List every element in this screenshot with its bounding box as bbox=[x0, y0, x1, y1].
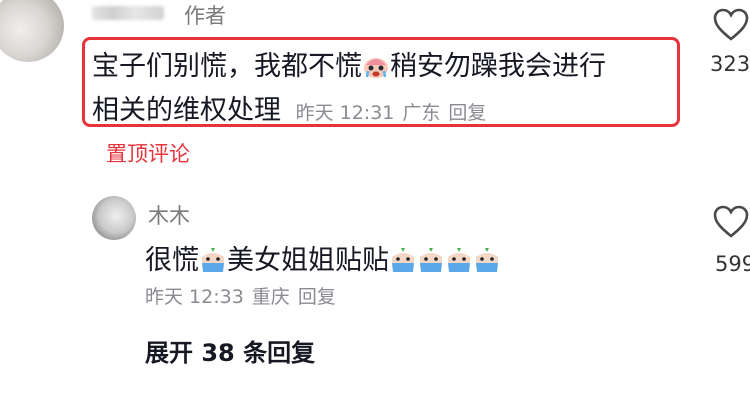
author-badge: 作者 bbox=[184, 4, 226, 28]
avatar[interactable] bbox=[0, 0, 64, 62]
expand-replies-button[interactable]: 展开 38 条回复 bbox=[145, 333, 315, 368]
pinned-label: 置顶评论 bbox=[106, 142, 190, 166]
reply-text: 很慌 美女姐姐贴贴 bbox=[145, 238, 501, 277]
crying-face-icon bbox=[362, 53, 390, 79]
like-count: 323 bbox=[710, 52, 750, 76]
reply-text-part: 美女姐姐贴贴 bbox=[227, 245, 389, 276]
reply-username[interactable]: 木木 bbox=[148, 200, 190, 230]
username-blurred[interactable] bbox=[92, 6, 164, 20]
crying-emoji-icon bbox=[199, 247, 227, 273]
comment-meta: 昨天 12:31 广东 回复 bbox=[296, 102, 495, 124]
like-heart-icon[interactable] bbox=[713, 8, 749, 42]
comment-text-line-2: 相关的维权处理 昨天 12:31 广东 回复 bbox=[92, 88, 494, 127]
reply-link[interactable]: 回复 bbox=[298, 286, 336, 308]
comment-text: 相关的维权处理 bbox=[92, 95, 281, 126]
crying-emoji-icon bbox=[473, 247, 501, 273]
crying-emoji-icon bbox=[417, 247, 445, 273]
reply-avatar[interactable] bbox=[92, 196, 136, 240]
crying-emoji-icon bbox=[389, 247, 417, 273]
reply-link[interactable]: 回复 bbox=[448, 102, 486, 124]
reply-like-count: 599 bbox=[715, 252, 750, 276]
reply-meta: 昨天 12:33 重庆 回复 bbox=[145, 282, 344, 309]
reply-text-part: 很慌 bbox=[145, 245, 199, 276]
comment-text: 稍安勿躁我会进行 bbox=[390, 51, 606, 82]
reply-time: 昨天 12:33 bbox=[145, 286, 244, 308]
comment-text-line-1: 宝子们别慌，我都不慌 稍安勿躁我会进行 bbox=[92, 44, 606, 83]
comment-time: 昨天 12:31 bbox=[295, 102, 395, 124]
like-heart-icon[interactable] bbox=[713, 205, 749, 239]
comment-text: 宝子们别慌，我都不慌 bbox=[92, 51, 362, 82]
comment-location: 广东 bbox=[402, 102, 441, 124]
crying-emoji-icon bbox=[445, 247, 473, 273]
reply-location: 重庆 bbox=[251, 286, 290, 308]
